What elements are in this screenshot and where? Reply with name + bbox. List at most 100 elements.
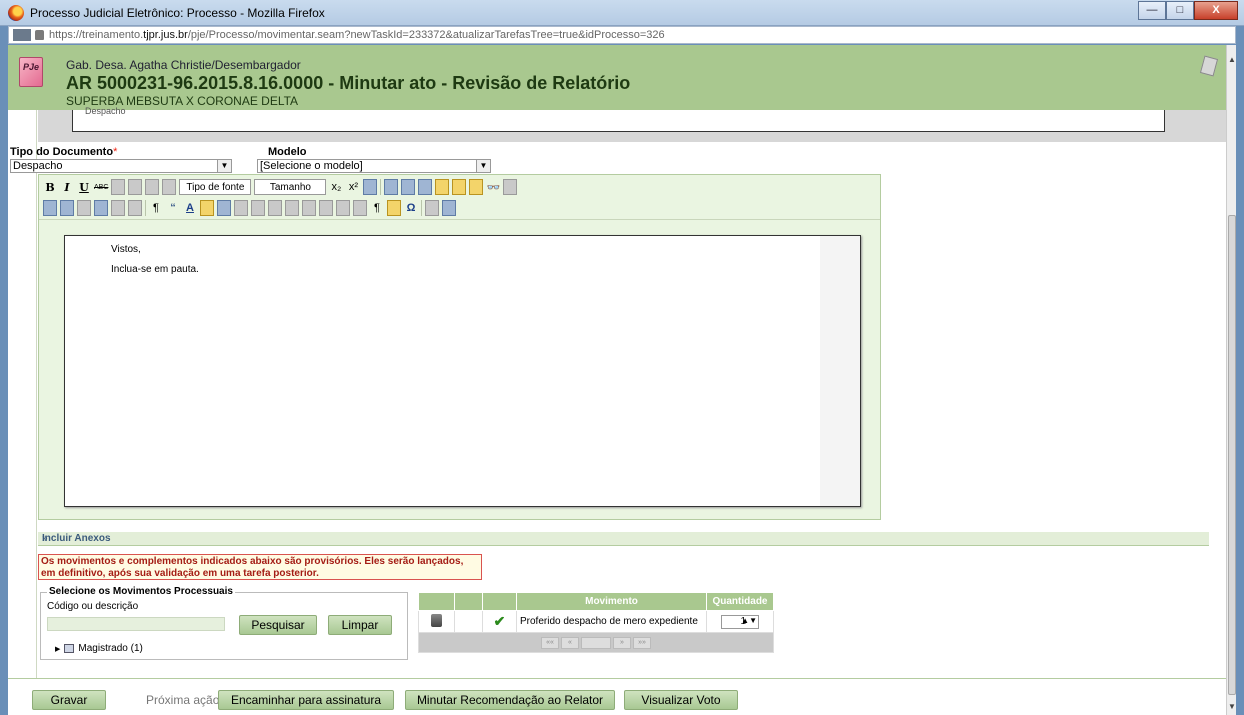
pager-row: «« « » »»	[418, 632, 774, 653]
template-icon[interactable]	[387, 200, 401, 216]
find-icon[interactable]: 👓	[486, 179, 501, 195]
status-cell: ✔	[482, 610, 517, 633]
edit-icon[interactable]	[217, 200, 231, 216]
column-header	[454, 592, 483, 611]
copy-icon[interactable]	[418, 179, 433, 195]
logo-text: PJe	[23, 62, 40, 72]
numbered-list-icon[interactable]	[60, 200, 74, 216]
delete-cell	[418, 610, 455, 633]
page-title: AR 5000231-96.2015.8.16.0000 - Minutar a…	[66, 73, 631, 93]
align-justify-icon[interactable]	[162, 179, 177, 195]
document-body[interactable]: Vistos, Inclua-se em pauta.	[64, 235, 861, 507]
show-blocks-icon[interactable]	[353, 200, 367, 216]
pilcrow-icon[interactable]: ¶	[370, 200, 384, 216]
encaminhar-assinatura-button[interactable]: Encaminhar para assinatura	[218, 690, 394, 710]
highlight-color-icon[interactable]	[200, 200, 214, 216]
table-split-icon[interactable]	[302, 200, 316, 216]
maximize-icon[interactable]	[442, 200, 456, 216]
italic-button[interactable]: I	[60, 179, 74, 195]
scrollbar-thumb[interactable]	[1228, 215, 1236, 695]
table-cell-icon[interactable]	[268, 200, 282, 216]
scroll-up-icon[interactable]: ▲	[1228, 55, 1236, 64]
font-size-select[interactable]: Tamanho	[254, 179, 327, 195]
table-props-icon[interactable]	[319, 200, 333, 216]
visualizar-voto-button[interactable]: Visualizar Voto	[624, 690, 738, 710]
cut-icon[interactable]	[401, 179, 416, 195]
first-page-button[interactable]: ««	[541, 637, 559, 649]
table-row: ✔ Proferido despacho de mero expediente …	[418, 610, 774, 633]
bold-button[interactable]: B	[43, 179, 57, 195]
firefox-icon	[8, 5, 24, 21]
scroll-down-icon[interactable]: ▼	[1228, 702, 1236, 711]
paste-word-icon[interactable]	[469, 179, 484, 195]
search-input[interactable]	[47, 617, 225, 631]
superscript-button[interactable]: x²	[346, 179, 360, 195]
close-button[interactable]: X	[1194, 1, 1238, 20]
paste-text-icon[interactable]	[452, 179, 467, 195]
empty-cell	[454, 610, 483, 633]
window-controls: — □ X	[1138, 1, 1238, 20]
eraser-icon[interactable]	[425, 200, 439, 216]
page-content: PJe Gab. Desa. Agatha Christie/Desembarg…	[8, 45, 1236, 715]
toolbar-separator	[380, 179, 382, 195]
window-titlebar: Processo Judicial Eletrônico: Processo -…	[0, 0, 1244, 26]
align-center-icon[interactable]	[128, 179, 143, 195]
chevron-down-icon[interactable]: ▼	[476, 160, 490, 172]
align-right-icon[interactable]	[145, 179, 160, 195]
pagination: «« « » »»	[541, 637, 651, 649]
table-delete-icon[interactable]	[336, 200, 350, 216]
gravar-button[interactable]: Gravar	[32, 690, 106, 710]
page-scrollbar[interactable]: ▲ ▼	[1226, 45, 1236, 715]
indent-icon[interactable]	[94, 200, 108, 216]
minimize-button[interactable]: —	[1138, 1, 1166, 20]
align-left-icon[interactable]	[111, 179, 126, 195]
undo-icon[interactable]	[111, 200, 125, 216]
tree-item-magistrado[interactable]: ▶ Magistrado (1)	[55, 643, 143, 654]
incluir-anexos-panel[interactable]: Incluir Anexos »	[38, 532, 1209, 546]
blockquote-button[interactable]: “	[166, 200, 180, 216]
table-merge-icon[interactable]	[285, 200, 299, 216]
url-bar[interactable]: https://treinamento.tjpr.jus.br/pje/Proc…	[8, 26, 1236, 44]
next-page-button[interactable]: »	[613, 637, 631, 649]
horizontal-rule-icon[interactable]	[363, 179, 378, 195]
notes-icon[interactable]	[1199, 55, 1219, 77]
next-action-label: Próxima ação:	[146, 693, 223, 707]
underline-button[interactable]: U	[77, 179, 91, 195]
tipo-documento-select[interactable]: Despacho ▼	[10, 159, 232, 173]
expand-arrow-icon[interactable]: ▶	[55, 645, 60, 653]
pesquisar-button[interactable]: Pesquisar	[239, 615, 317, 635]
expand-icon[interactable]: »	[42, 533, 1203, 544]
paragraph-direction-icon[interactable]: ¶	[149, 200, 163, 216]
modelo-label: Modelo	[268, 146, 307, 158]
paste-icon[interactable]	[435, 179, 450, 195]
redo-icon[interactable]	[128, 200, 142, 216]
table-icon[interactable]	[234, 200, 248, 216]
font-color-button[interactable]: A	[183, 200, 197, 216]
minutar-recomendacao-button[interactable]: Minutar Recomendação ao Relator	[405, 690, 615, 710]
special-char-icon[interactable]: Ω	[404, 200, 418, 216]
quantity-stepper[interactable]: 1 ▲▼	[721, 614, 759, 629]
outdent-icon[interactable]	[77, 200, 91, 216]
previous-document-box: Despacho	[72, 106, 1165, 132]
identity-icon[interactable]	[13, 29, 31, 41]
limpar-button[interactable]: Limpar	[328, 615, 392, 635]
table-row-icon[interactable]	[251, 200, 265, 216]
subscript-button[interactable]: x₂	[329, 179, 343, 195]
select-all-icon[interactable]	[384, 179, 399, 195]
search-label: Código ou descrição	[47, 601, 139, 612]
url-text[interactable]: https://treinamento.tjpr.jus.br/pje/Proc…	[49, 29, 665, 41]
font-family-select[interactable]: Tipo de fonte	[179, 179, 252, 195]
bullet-list-icon[interactable]	[43, 200, 57, 216]
prev-page-button[interactable]: «	[561, 637, 579, 649]
strikethrough-button[interactable]: ABC	[94, 179, 108, 195]
movimentos-fieldset: Selecione os Movimentos Processuais Códi…	[40, 586, 408, 660]
gabinete-name: Gab. Desa. Agatha Christie/Desembargador	[66, 58, 301, 72]
trash-icon[interactable]	[431, 613, 442, 627]
spinner-icon[interactable]: ▲▼	[741, 616, 757, 625]
pje-logo: PJe	[19, 57, 43, 87]
replace-icon[interactable]	[503, 179, 518, 195]
last-page-button[interactable]: »»	[633, 637, 651, 649]
modelo-select[interactable]: [Selecione o modelo] ▼	[257, 159, 491, 173]
chevron-down-icon[interactable]: ▼	[217, 160, 231, 172]
maximize-button[interactable]: □	[1166, 1, 1194, 20]
